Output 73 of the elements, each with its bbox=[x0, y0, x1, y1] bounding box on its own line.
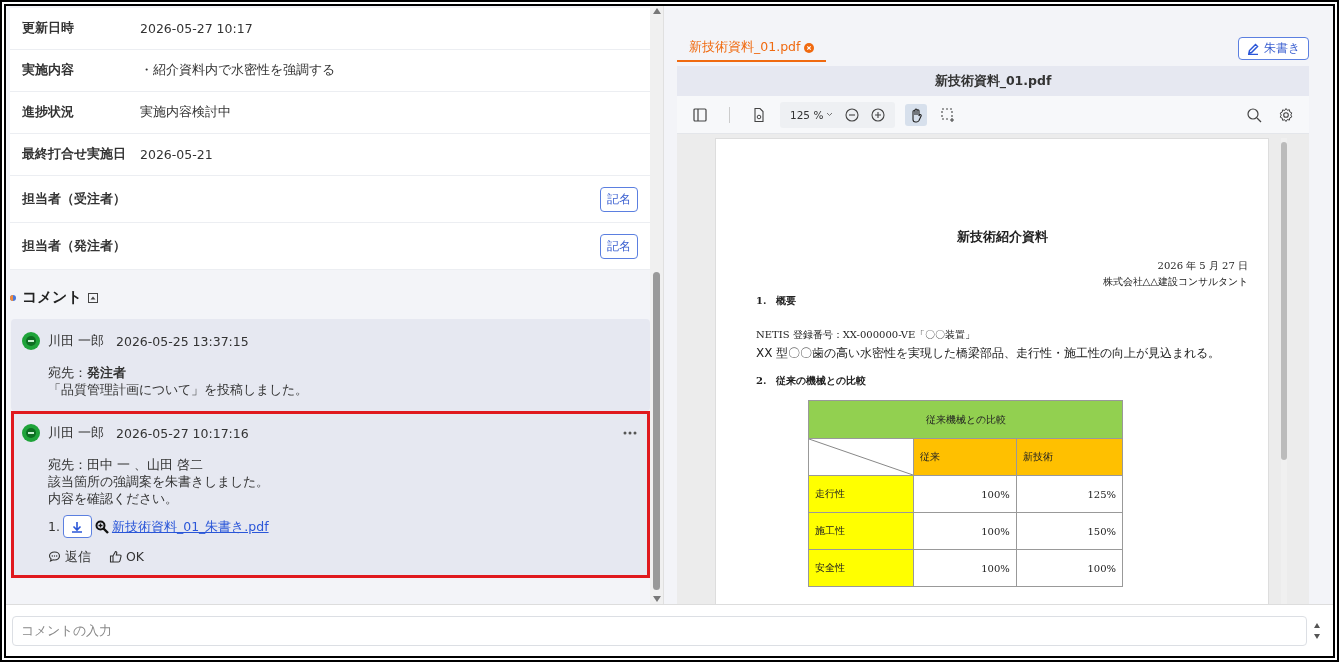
column-header: 新技術 bbox=[1016, 438, 1123, 476]
comment-text: 宛先：発注者 bbox=[48, 364, 127, 381]
table-cell: 100% bbox=[913, 549, 1017, 587]
document-date: 2026 年 5 月 27 日 bbox=[1157, 260, 1248, 271]
avatar-icon bbox=[22, 424, 40, 442]
company-name: 株式会社△△建設コンサルタント bbox=[1102, 276, 1248, 287]
field-value: 実施内容検討中 bbox=[140, 104, 231, 119]
sign-button[interactable]: 記名 bbox=[600, 233, 638, 259]
scrollbar-thumb[interactable] bbox=[653, 272, 660, 590]
like-button[interactable]: OK bbox=[109, 548, 145, 565]
row-header: 走行性 bbox=[808, 475, 914, 513]
chat-bubble-icon bbox=[48, 550, 61, 563]
field-label: 担当者（受注者） bbox=[22, 190, 127, 208]
comment-time: 2026-05-25 13:37:15 bbox=[116, 333, 249, 349]
table-caption: 従来機械との比較 bbox=[808, 400, 1123, 439]
section-title: コメント bbox=[22, 288, 82, 307]
attachment-number: 1. bbox=[48, 518, 60, 535]
zoom-in-icon bbox=[870, 106, 887, 123]
field-value: 2026-05-27 10:17 bbox=[140, 21, 253, 36]
document-heading: 新技術紹介資料 bbox=[955, 229, 1049, 246]
table-cell: 100% bbox=[1016, 549, 1123, 587]
row-header: 施工性 bbox=[808, 512, 914, 550]
table-cell: 125% bbox=[1016, 475, 1123, 513]
field-value: ・紹介資料内で水密性を強調する bbox=[140, 62, 335, 77]
comment-text: 宛先：田中 一 、山田 啓二 bbox=[48, 456, 204, 473]
scroll-up-icon[interactable] bbox=[652, 8, 661, 14]
zoom-out-icon bbox=[844, 106, 861, 123]
preview-icon[interactable] bbox=[94, 519, 109, 534]
scroll-down-icon[interactable] bbox=[652, 596, 661, 602]
field-label: 担当者（発注者） bbox=[22, 237, 127, 255]
download-button[interactable] bbox=[62, 515, 92, 538]
author-name: 川田 一郎 bbox=[48, 332, 104, 350]
section-heading: 1. 概要 bbox=[756, 294, 798, 308]
comment-text: 該当箇所の強調案を朱書きしました。 bbox=[48, 473, 270, 490]
hand-tool-button[interactable] bbox=[905, 103, 928, 126]
author-name: 川田 一郎 bbox=[48, 424, 104, 442]
more-icon[interactable] bbox=[623, 431, 637, 435]
reply-button[interactable]: 返信 bbox=[48, 548, 91, 565]
download-icon bbox=[70, 519, 85, 534]
field-label: 更新日時 bbox=[22, 20, 75, 37]
close-icon[interactable] bbox=[804, 42, 815, 53]
comment-text: 「品質管理計画について」を投稿しました。 bbox=[48, 381, 309, 398]
field-label: 実施内容 bbox=[22, 62, 75, 79]
table-cell: 100% bbox=[913, 512, 1017, 550]
comment-input[interactable]: コメントの入力 bbox=[12, 615, 1307, 646]
collapse-icon[interactable] bbox=[88, 292, 98, 303]
comment-time: 2026-05-27 10:17:16 bbox=[116, 425, 249, 441]
comment-text: 内容を確認ください。 bbox=[48, 490, 179, 507]
chevron-down-icon bbox=[826, 112, 834, 117]
search-icon bbox=[1246, 106, 1262, 123]
sidebar-icon bbox=[692, 106, 708, 123]
section-heading: 2. 従来の機械との比較 bbox=[756, 374, 868, 388]
field-label: 最終打合せ実施日 bbox=[22, 146, 127, 163]
field-label: 進捗状況 bbox=[22, 104, 75, 121]
document-text: XX 型〇〇歯の高い水密性を実現した橋梁部品、走行性・施工性の向上が見込まれる。 bbox=[756, 346, 1221, 360]
row-header: 安全性 bbox=[808, 549, 914, 587]
pen-icon bbox=[1247, 42, 1259, 55]
document-icon bbox=[751, 106, 767, 123]
document-title: 新技術資料_01.pdf bbox=[677, 66, 1309, 96]
scrollbar-thumb[interactable] bbox=[1281, 142, 1287, 460]
column-header: 従来 bbox=[913, 438, 1017, 476]
thumbs-up-icon bbox=[109, 550, 122, 563]
settings-icon bbox=[1278, 106, 1294, 123]
annotate-button[interactable]: 朱書き bbox=[1238, 37, 1309, 60]
selection-icon bbox=[940, 106, 957, 123]
table-cell: 150% bbox=[1016, 512, 1123, 550]
table-cell: 100% bbox=[913, 475, 1017, 513]
document-text: NETIS 登録番号：XX-000000-VE「〇〇装置」 bbox=[756, 329, 976, 340]
attachment-link[interactable]: 新技術資料_01_朱書き.pdf bbox=[111, 518, 269, 535]
sign-button[interactable]: 記名 bbox=[600, 186, 638, 212]
avatar-icon bbox=[22, 332, 40, 350]
dot-icon bbox=[10, 294, 16, 301]
field-value: 2026-05-21 bbox=[140, 147, 213, 162]
